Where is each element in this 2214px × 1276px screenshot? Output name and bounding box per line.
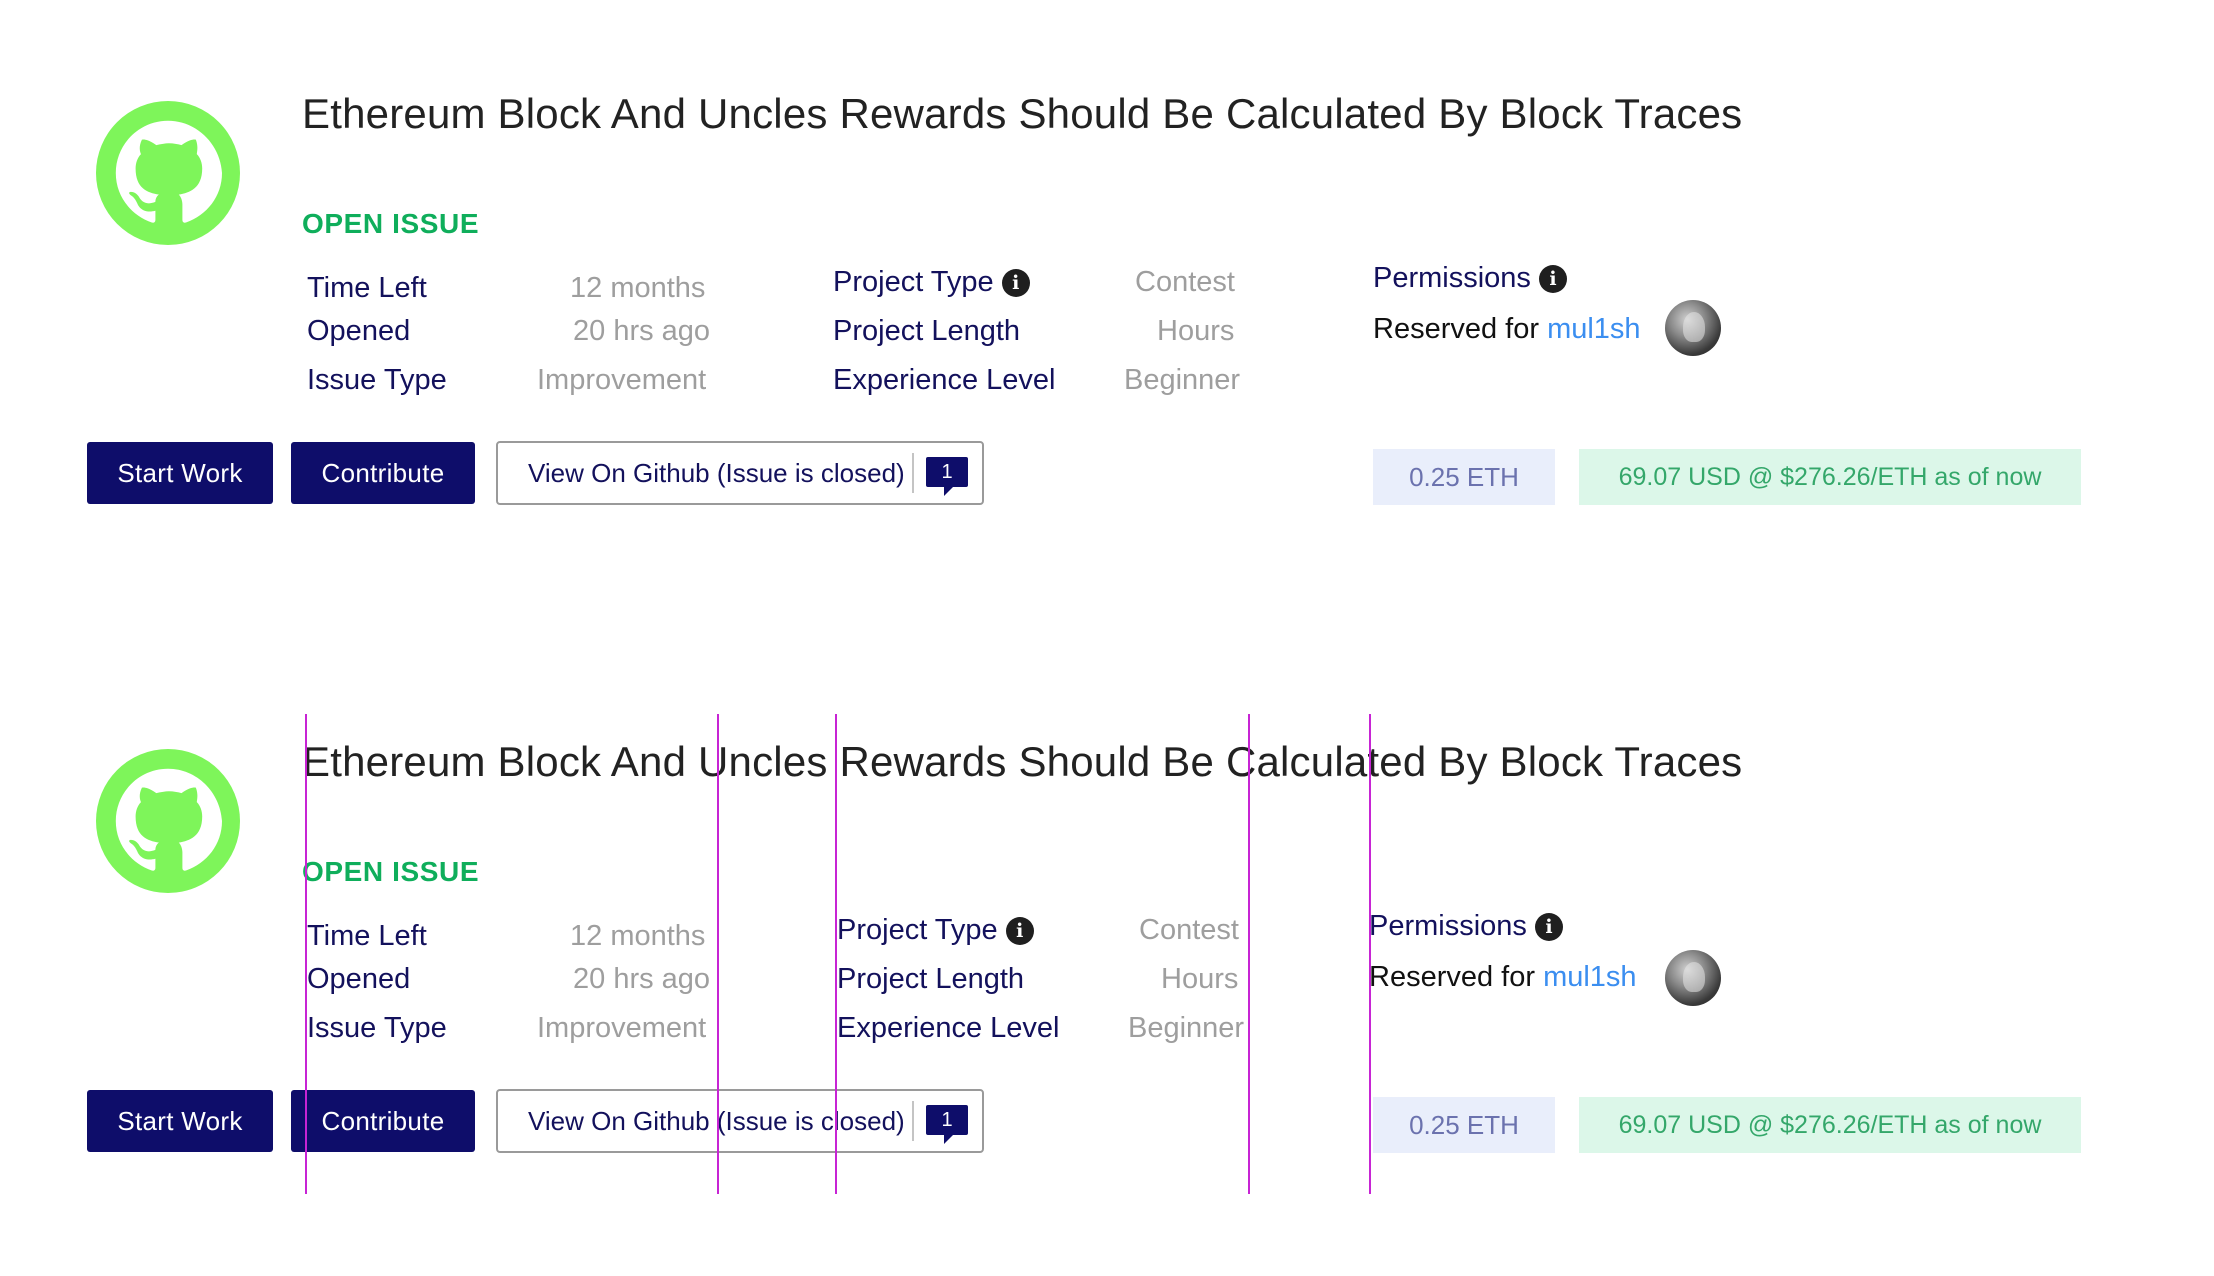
alignment-guide — [717, 714, 719, 1194]
time-left-value: 12 months — [570, 920, 706, 952]
project-length-value: Hours — [1157, 315, 1235, 347]
permissions-label: Permissions i — [1369, 910, 1563, 943]
alignment-guide — [835, 714, 837, 1194]
contribute-button[interactable]: Contribute — [291, 442, 475, 504]
permissions-text: Permissions — [1373, 262, 1531, 294]
issue-type-value: Improvement — [537, 364, 707, 396]
issue-type-value: Improvement — [537, 1012, 707, 1044]
permissions-label: Permissions i — [1373, 262, 1567, 295]
contribute-button[interactable]: Contribute — [291, 1090, 475, 1152]
info-icon[interactable]: i — [1001, 269, 1030, 297]
issue-card: Ethereum Block And Uncles Rewards Should… — [0, 0, 2214, 560]
time-left-value: 12 months — [570, 272, 706, 304]
info-icon[interactable]: i — [1005, 917, 1034, 945]
alignment-guide — [305, 714, 307, 1194]
comment-bubble-icon: 1 — [926, 457, 968, 496]
project-type-label: Project Type i — [837, 914, 1034, 947]
view-on-github-button[interactable]: View On Github (Issue is closed) 1 — [496, 1089, 984, 1153]
start-work-button[interactable]: Start Work — [87, 1090, 273, 1152]
experience-level-label: Experience Level — [837, 1012, 1060, 1044]
github-icon — [96, 101, 240, 245]
project-type-value: Contest — [1135, 266, 1235, 298]
project-type-text: Project Type — [833, 266, 994, 298]
project-length-value: Hours — [1161, 963, 1239, 995]
alignment-guide — [1369, 714, 1371, 1194]
eth-amount-badge: 0.25 ETH — [1373, 449, 1555, 505]
info-icon[interactable]: i — [1538, 265, 1567, 293]
experience-level-label: Experience Level — [833, 364, 1056, 396]
project-type-value: Contest — [1139, 914, 1239, 946]
issue-type-label: Issue Type — [307, 364, 447, 396]
time-left-label: Time Left — [307, 272, 427, 304]
project-type-text: Project Type — [837, 914, 998, 946]
issue-card: Ethereum Block And Uncles Rewards Should… — [0, 648, 2214, 1208]
issue-status: OPEN ISSUE — [302, 208, 480, 239]
permissions-text: Permissions — [1369, 910, 1527, 942]
reserved-for: Reserved for mul1sh — [1373, 313, 1641, 346]
avatar[interactable] — [1665, 950, 1721, 1006]
reserved-prefix: Reserved for — [1369, 961, 1536, 993]
project-length-label: Project Length — [837, 963, 1025, 995]
view-on-github-button[interactable]: View On Github (Issue is closed) 1 — [496, 441, 984, 505]
opened-label: Opened — [307, 315, 411, 347]
issue-status: OPEN ISSUE — [302, 856, 480, 887]
experience-level-value: Beginner — [1124, 364, 1241, 396]
reserved-for: Reserved for mul1sh — [1369, 961, 1637, 994]
github-icon — [96, 749, 240, 893]
opened-value: 20 hrs ago — [573, 315, 711, 347]
button-divider — [912, 453, 914, 493]
usd-amount-badge: 69.07 USD @ $276.26/ETH as of now — [1579, 1097, 2081, 1153]
reserved-user-link[interactable]: mul1sh — [1547, 313, 1641, 345]
issue-title[interactable]: Ethereum Block And Uncles Rewards Should… — [302, 90, 1742, 138]
start-work-button[interactable]: Start Work — [87, 442, 273, 504]
eth-amount-badge: 0.25 ETH — [1373, 1097, 1555, 1153]
view-on-github-label: View On Github (Issue is closed) — [528, 458, 905, 488]
project-type-label: Project Type i — [833, 266, 1030, 299]
opened-label: Opened — [307, 963, 411, 995]
reserved-prefix: Reserved for — [1373, 313, 1540, 345]
usd-amount-badge: 69.07 USD @ $276.26/ETH as of now — [1579, 449, 2081, 505]
info-icon[interactable]: i — [1534, 913, 1563, 941]
issue-title[interactable]: Ethereum Block And Uncles Rewards Should… — [302, 738, 1742, 786]
experience-level-value: Beginner — [1128, 1012, 1245, 1044]
comment-bubble-icon: 1 — [926, 1105, 968, 1144]
avatar[interactable] — [1665, 300, 1721, 356]
reserved-user-link[interactable]: mul1sh — [1543, 961, 1637, 993]
project-length-label: Project Length — [833, 315, 1021, 347]
opened-value: 20 hrs ago — [573, 963, 711, 995]
alignment-guide — [1248, 714, 1250, 1194]
time-left-label: Time Left — [307, 920, 427, 952]
button-divider — [912, 1101, 914, 1141]
issue-type-label: Issue Type — [307, 1012, 447, 1044]
